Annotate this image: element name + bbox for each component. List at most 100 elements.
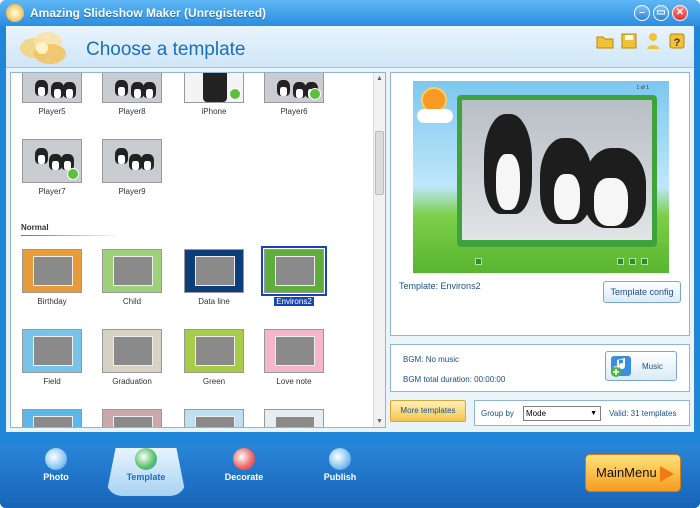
group-by-select[interactable]: Mode ▼: [523, 406, 601, 421]
tab-photo[interactable]: Photo: [16, 448, 96, 496]
template-thumbnail: [261, 246, 327, 296]
template-label: iPhone: [201, 107, 227, 116]
user-icon[interactable]: [644, 32, 662, 50]
cloud-decoration-icon: [417, 109, 453, 123]
template-label: Player5: [38, 107, 66, 116]
template-tile-child[interactable]: Child: [99, 249, 165, 306]
group-by-value: Mode: [526, 409, 547, 418]
arrow-right-icon: [660, 466, 674, 482]
template-label: Field: [43, 377, 61, 386]
template-tile-love-note[interactable]: Love note: [261, 329, 327, 386]
template-label: Player6: [280, 107, 308, 116]
window-title: Amazing Slideshow Maker (Unregistered): [30, 6, 267, 20]
template-tile-player7[interactable]: Player7: [19, 139, 85, 196]
template-tile-partial[interactable]: [261, 409, 327, 427]
pause-icon[interactable]: [629, 258, 636, 265]
bgm-value: No music: [425, 355, 460, 364]
template-tile-player6[interactable]: Player6: [261, 73, 327, 116]
template-thumbnail: [184, 329, 244, 373]
template-tile-partial[interactable]: [19, 409, 85, 427]
camera-icon[interactable]: [475, 258, 482, 265]
page-header: Choose a template ?: [6, 26, 694, 68]
tab-template[interactable]: Template: [106, 448, 186, 496]
template-label: Birthday: [37, 297, 67, 306]
app-window: Amazing Slideshow Maker (Unregistered) –…: [0, 0, 700, 508]
valid-count: Valid: 31 templates: [609, 409, 676, 418]
template-tile-partial[interactable]: [181, 409, 247, 427]
group-by-bar: Group by Mode ▼ Valid: 31 templates: [474, 400, 690, 426]
template-tile-player8[interactable]: Player8: [99, 73, 165, 116]
next-icon[interactable]: [641, 258, 648, 265]
template-thumbnail: [264, 73, 324, 103]
template-name-label: Template:: [399, 281, 439, 291]
preview-panel: 1 of 1 Template: Environs2 Template conf…: [390, 72, 690, 428]
scroll-down-icon[interactable]: ▼: [376, 418, 383, 425]
tab-publish[interactable]: Publish: [300, 448, 380, 496]
template-tile-environs2[interactable]: Environs2: [261, 246, 327, 306]
title-bar: Amazing Slideshow Maker (Unregistered) –…: [0, 0, 700, 26]
template-thumbnail: [102, 409, 162, 427]
template-preview: 1 of 1: [413, 81, 669, 273]
bgm-box: BGM: No music BGM total duration: 00:00:…: [390, 344, 690, 392]
template-tile-iphone[interactable]: iPhone: [181, 73, 247, 116]
template-thumbnail: [22, 329, 82, 373]
template-list-scrollbar[interactable]: ▲ ▼: [373, 73, 385, 427]
tab-publish-label: Publish: [323, 472, 357, 482]
preview-photo: [462, 100, 652, 240]
template-tile-player5[interactable]: Player5: [19, 73, 85, 116]
more-templates-button[interactable]: More templates: [390, 400, 466, 422]
scroll-up-icon[interactable]: ▲: [376, 75, 383, 82]
group-by-label: Group by: [481, 409, 514, 418]
template-list-panel: Player5 Player8 iPhone Player6 Player7 P…: [10, 72, 386, 428]
template-label: Player8: [118, 107, 146, 116]
template-tile-field[interactable]: Field: [19, 329, 85, 386]
download-icon: [229, 88, 241, 100]
tab-template-label: Template: [126, 472, 166, 482]
main-menu-button[interactable]: MainMenu: [585, 454, 681, 492]
template-thumbnail: [22, 249, 82, 293]
template-tile-birthday[interactable]: Birthday: [19, 249, 85, 306]
folder-icon[interactable]: [596, 32, 614, 50]
scrollbar-thumb[interactable]: [375, 131, 384, 195]
template-label: Love note: [276, 377, 312, 386]
prev-icon[interactable]: [617, 258, 624, 265]
template-tile-player9[interactable]: Player9: [99, 139, 165, 196]
content-area: Player5 Player8 iPhone Player6 Player7 P…: [6, 68, 694, 432]
minimize-icon[interactable]: –: [634, 5, 650, 21]
template-tile-data-line[interactable]: Data line: [181, 249, 247, 306]
template-thumbnail: [102, 329, 162, 373]
template-tile-partial[interactable]: [99, 409, 165, 427]
template-name-value: Environs2: [440, 281, 481, 291]
close-icon[interactable]: ✕: [672, 5, 688, 21]
music-button[interactable]: Music: [605, 351, 677, 381]
bgm-label: BGM:: [403, 355, 424, 364]
svg-text:?: ?: [674, 37, 681, 49]
main-menu-label: MainMenu: [596, 465, 657, 480]
template-icon: [135, 448, 157, 470]
template-name: Template: Environs2: [399, 281, 481, 291]
save-icon[interactable]: [620, 32, 638, 50]
download-icon: [309, 88, 321, 100]
template-thumbnail: [184, 409, 244, 427]
help-icon[interactable]: ?: [668, 32, 686, 50]
tab-decorate[interactable]: Decorate: [204, 448, 284, 496]
tab-decorate-label: Decorate: [224, 472, 264, 482]
page-title: Choose a template: [86, 39, 246, 60]
template-config-button[interactable]: Template config: [603, 281, 681, 303]
template-thumbnail: [22, 73, 82, 103]
valid-value: 31 templates: [630, 409, 677, 418]
photo-icon: [45, 448, 67, 470]
template-label: Player9: [118, 187, 146, 196]
chevron-down-icon: ▼: [590, 410, 597, 417]
bgm-duration-value: 00:00:00: [474, 375, 506, 384]
bgm-duration-label: BGM total duration:: [403, 375, 472, 384]
template-thumbnail: [102, 73, 162, 103]
template-label: Green: [202, 377, 226, 386]
template-thumbnail: [102, 139, 162, 183]
maximize-icon[interactable]: ▭: [653, 5, 669, 21]
template-thumbnail: [184, 73, 244, 103]
template-tile-graduation[interactable]: Graduation: [99, 329, 165, 386]
template-tile-green[interactable]: Green: [181, 329, 247, 386]
publish-icon: [329, 448, 351, 470]
template-thumbnail: [22, 139, 82, 183]
